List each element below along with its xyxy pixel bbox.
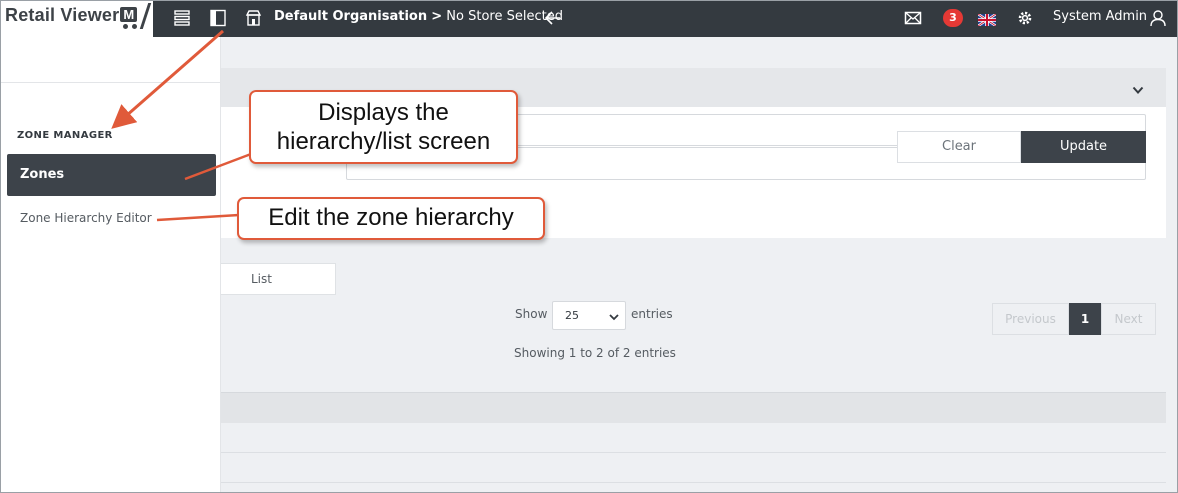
table-row[interactable] — [221, 453, 1166, 483]
logo-mark: M — [120, 7, 138, 22]
uk-flag-icon[interactable] — [977, 11, 997, 27]
show-label: Show — [515, 307, 548, 321]
sidebar: ZONE MANAGER Zones Zone Hierarchy Editor — [1, 37, 221, 492]
notification-badge[interactable]: 3 — [943, 9, 963, 27]
breadcrumb-organisation[interactable]: Default Organisation — [274, 9, 427, 24]
cart-icon — [123, 24, 137, 32]
update-button[interactable]: Update — [1021, 131, 1146, 163]
callout-editor: Edit the zone hierarchy — [237, 197, 545, 240]
tab-list[interactable]: List — [221, 263, 336, 295]
gear-icon[interactable] — [1016, 9, 1034, 31]
user-name[interactable]: System Admin — [1053, 9, 1147, 24]
screen: Retail Viewer M Default Organisation > No… — [0, 0, 1178, 493]
table-header — [221, 392, 1166, 423]
breadcrumb: Default Organisation > No Store Selected — [274, 9, 563, 24]
table-row[interactable] — [221, 423, 1166, 453]
entries-label: entries — [631, 307, 673, 321]
chevron-down-icon — [609, 311, 619, 324]
page-size-select[interactable]: 25 — [552, 301, 626, 330]
mail-icon[interactable] — [904, 9, 922, 31]
pagination: Previous 1 Next — [992, 303, 1156, 335]
sidebar-item-zones[interactable]: Zones — [7, 154, 216, 196]
list-icon[interactable] — [174, 9, 190, 31]
user-icon[interactable] — [1149, 9, 1167, 31]
breadcrumb-separator: > — [431, 9, 443, 24]
logo-divider — [139, 3, 152, 29]
callout-zones: Displays the hierarchy/list screen — [249, 90, 518, 164]
arrow-left-icon[interactable] — [544, 9, 562, 31]
page-size-value: 25 — [565, 309, 579, 322]
previous-page-button[interactable]: Previous — [992, 303, 1069, 335]
clear-button[interactable]: Clear — [897, 131, 1021, 163]
store-icon[interactable] — [245, 9, 262, 31]
logo-text: Retail Viewer — [5, 5, 120, 25]
logo[interactable]: Retail Viewer M — [1, 1, 153, 37]
chevron-down-icon[interactable] — [1132, 80, 1144, 99]
next-page-button[interactable]: Next — [1101, 303, 1156, 335]
table-info: Showing 1 to 2 of 2 entries — [514, 346, 676, 360]
sidebar-heading: ZONE MANAGER — [17, 130, 113, 141]
page-1-button[interactable]: 1 — [1069, 303, 1101, 335]
callout-zones-line-2: hierarchy/list screen — [276, 128, 491, 155]
sidebar-divider — [1, 82, 221, 83]
top-bar: Retail Viewer M Default Organisation > No… — [1, 1, 1177, 37]
sidebar-item-zone-hierarchy-editor[interactable]: Zone Hierarchy Editor — [20, 211, 152, 225]
callout-zones-line-1: Displays the — [318, 99, 449, 126]
panel-toggle-icon[interactable] — [210, 9, 226, 31]
